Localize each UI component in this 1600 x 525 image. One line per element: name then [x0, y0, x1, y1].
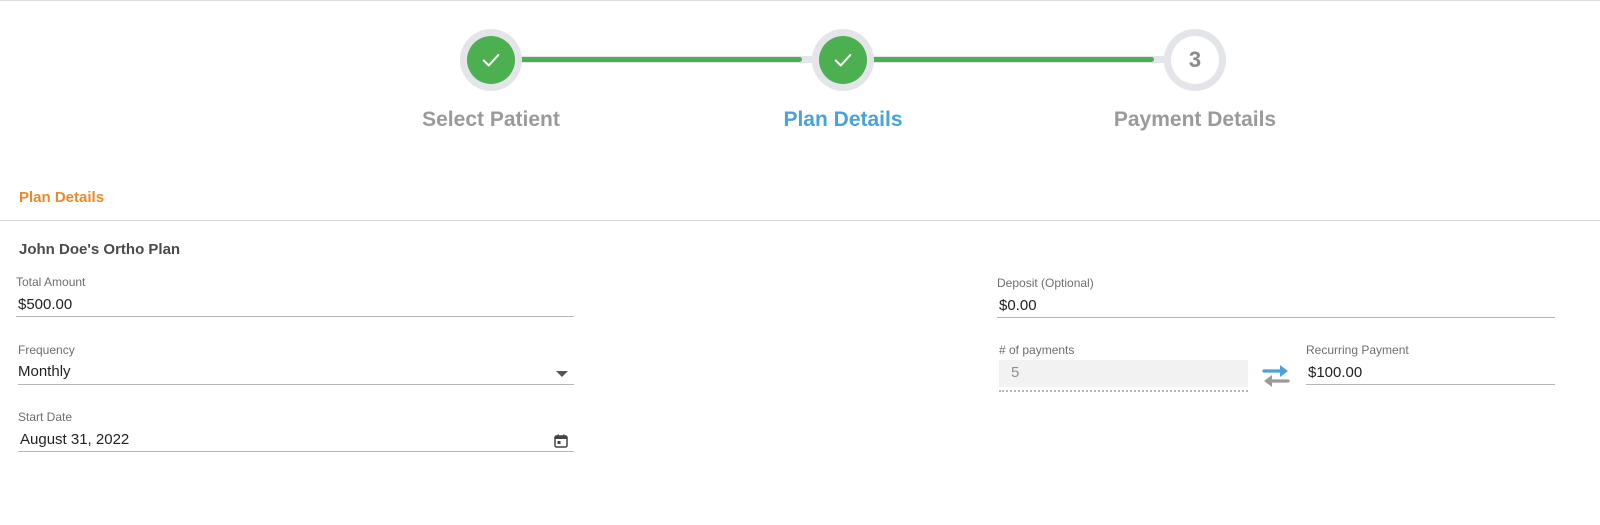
- step-3-number: 3: [1188, 47, 1202, 72]
- step-1-inner: [467, 36, 515, 84]
- progress-stepper: 3 Select Patient Plan Details Payment De…: [0, 0, 1600, 150]
- step-3-inner: 3: [1171, 36, 1219, 84]
- section-title: Plan Details: [19, 189, 105, 206]
- frequency-label: Frequency: [18, 343, 75, 357]
- step-2-circle[interactable]: [812, 29, 874, 91]
- total-amount-label: Total Amount: [16, 275, 86, 289]
- recurring-payment-label: Recurring Payment: [1306, 343, 1409, 357]
- check-icon: [834, 53, 852, 67]
- start-date-label: Start Date: [18, 410, 73, 424]
- frequency-select[interactable]: Monthly: [18, 360, 574, 385]
- calendar-icon[interactable]: [554, 434, 568, 448]
- num-payments-underline: [999, 390, 1248, 392]
- plan-name: John Doe's Ortho Plan: [19, 241, 181, 258]
- step-3-circle[interactable]: 3: [1164, 29, 1226, 91]
- step-label-plan-details[interactable]: Plan Details: [713, 108, 973, 132]
- section-divider: [0, 220, 1600, 221]
- recurring-payment-input[interactable]: [1306, 360, 1555, 385]
- chevron-down-icon[interactable]: [556, 371, 568, 377]
- num-payments-label: # of payments: [999, 343, 1075, 357]
- check-icon: [482, 53, 500, 67]
- stepper-connector-1: [515, 56, 820, 63]
- num-payments-input: 5: [999, 360, 1248, 387]
- swap-arrows-icon[interactable]: [1258, 362, 1294, 390]
- step-2-inner: [819, 36, 867, 84]
- step-label-payment-details[interactable]: Payment Details: [1065, 108, 1325, 132]
- step-label-select-patient[interactable]: Select Patient: [361, 108, 621, 132]
- start-date-input[interactable]: [18, 427, 574, 452]
- frequency-value: Monthly: [18, 363, 71, 380]
- connector-2-fill: [869, 57, 1154, 62]
- total-amount-input[interactable]: [16, 292, 574, 317]
- num-payments-value: 5: [1011, 364, 1020, 381]
- step-1-circle[interactable]: [460, 29, 522, 91]
- deposit-label: Deposit (Optional): [997, 276, 1094, 290]
- connector-1-fill: [515, 57, 802, 62]
- deposit-input[interactable]: [997, 293, 1555, 318]
- stepper-connector-2: [869, 56, 1174, 63]
